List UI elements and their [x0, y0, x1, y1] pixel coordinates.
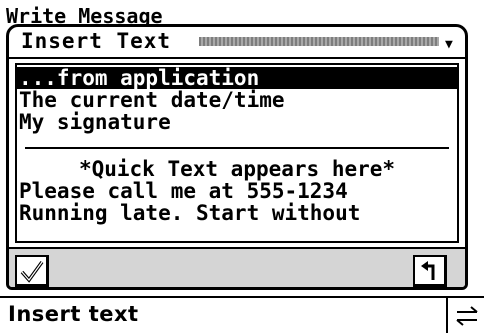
dialog-header[interactable]: Insert Text ▼ — [9, 27, 465, 59]
quick-text-header: *Quick Text appears here* — [78, 157, 396, 181]
list-divider — [25, 147, 449, 149]
dialog-footer — [9, 247, 465, 287]
insert-text-list[interactable]: ...from application The current date/tim… — [15, 63, 459, 243]
list-item-signature[interactable]: My signature — [17, 111, 457, 133]
quick-text-item[interactable]: Please call me at 555-1234 — [17, 180, 457, 202]
return-arrow-icon — [420, 260, 434, 280]
status-bar: Insert text — [0, 296, 484, 333]
status-text: Insert text — [8, 302, 139, 326]
status-divider — [446, 298, 448, 333]
ok-button[interactable] — [15, 255, 49, 287]
dialog-drag-grip[interactable] — [199, 37, 439, 46]
insert-text-dialog: Insert Text ▼ ...from application The cu… — [6, 24, 468, 290]
quick-text-item[interactable]: Running late. Start without — [17, 202, 457, 224]
list-item-date-time[interactable]: The current date/time — [17, 89, 457, 111]
dialog-title: Insert Text — [21, 29, 178, 53]
checkmark-icon — [20, 260, 43, 283]
left-right-arrows-icon[interactable] — [455, 306, 479, 326]
chevron-down-icon[interactable]: ▼ — [445, 37, 453, 52]
list-item-from-application[interactable]: ...from application — [17, 67, 457, 89]
back-button[interactable] — [413, 255, 447, 287]
